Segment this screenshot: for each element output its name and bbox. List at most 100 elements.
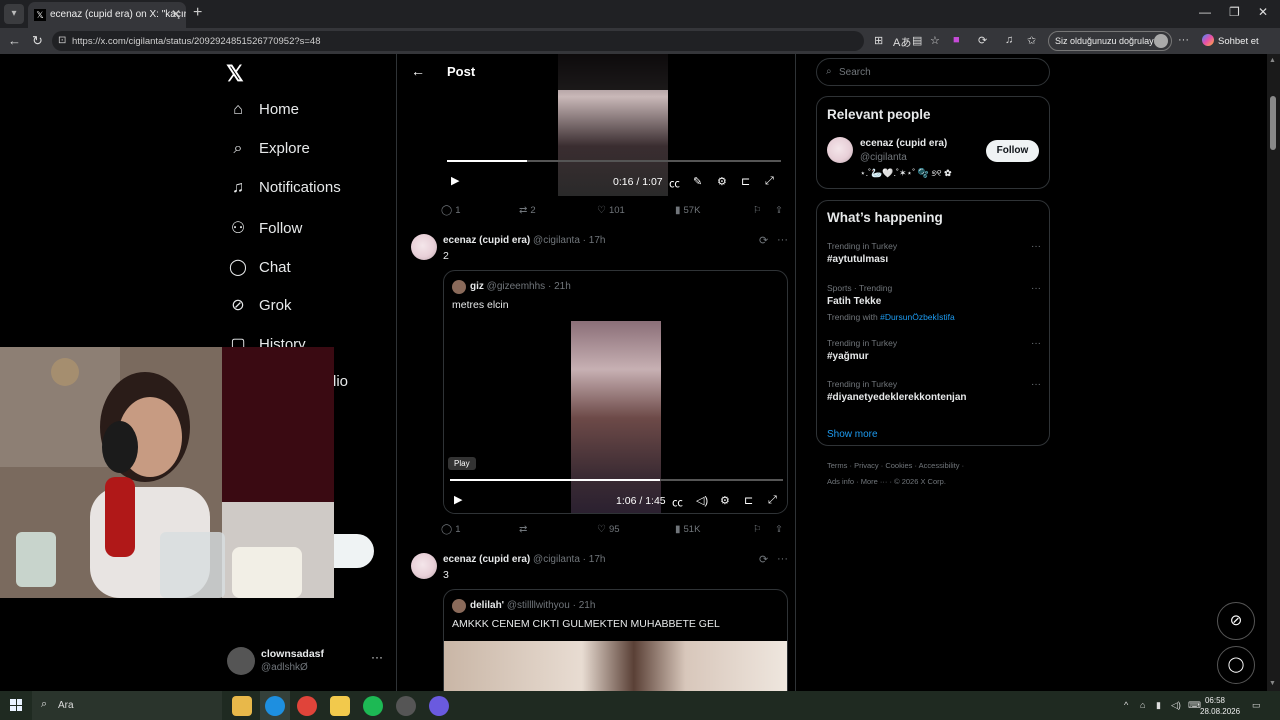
quote-video[interactable]: Play ▶ 1:06 / 1:45 ㏄ ◁) ⚙ ⊏ ⤢ — [444, 321, 787, 513]
tweet-avatar[interactable] — [411, 553, 437, 579]
repost-button[interactable]: ⇄ 2 — [519, 205, 536, 216]
tweet-avatar[interactable] — [411, 234, 437, 260]
trend-more-icon[interactable]: ··· — [1031, 338, 1041, 349]
verify-identity-button[interactable]: Siz olduğunuzu doğrulayın — [1048, 31, 1172, 51]
chat-fab-icon[interactable]: ◯ — [1217, 646, 1255, 684]
video-progress-bar[interactable] — [447, 160, 781, 162]
play-icon[interactable]: ▶ — [454, 493, 462, 506]
quoted-tweet[interactable]: delilah' @stillllwithyou · 21h AMKKK CEN… — [443, 589, 788, 691]
relevant-avatar[interactable] — [827, 137, 853, 163]
nav-chat[interactable]: ◯ Chat — [227, 257, 291, 281]
grok-explain-icon[interactable]: ⟳ — [759, 234, 768, 247]
scrollbar-thumb[interactable] — [1270, 96, 1276, 150]
tweet-handle[interactable]: @cigilanta — [533, 235, 580, 246]
extension-icon[interactable]: ■ — [953, 34, 960, 46]
bookmark-icon[interactable]: ⚐ — [753, 524, 762, 535]
tweet-author[interactable]: ecenaz (cupid era) — [443, 235, 530, 246]
trend-with-tag[interactable]: #DursunÖzbekİstifa — [880, 312, 955, 322]
bookmark-icon[interactable]: ⚐ — [753, 205, 762, 216]
back-icon[interactable]: ← — [8, 33, 21, 48]
captions-icon[interactable]: ㏄ — [669, 175, 680, 191]
trend-item[interactable]: Trending in Turkey #diyanetyedeklerekkon… — [827, 379, 1041, 403]
tweet-more-icon[interactable]: ··· — [777, 234, 788, 246]
maximize-window-icon[interactable]: ❐ — [1229, 5, 1240, 19]
site-info-icon[interactable]: ⊡ — [58, 35, 66, 46]
translate-icon[interactable]: ⊞ — [874, 34, 883, 47]
notes-app-icon[interactable] — [330, 696, 350, 716]
more-options-icon[interactable]: ··· — [1178, 34, 1189, 46]
pip-icon[interactable]: ⊏ — [744, 494, 753, 507]
volume-icon[interactable]: ◁) — [696, 494, 708, 507]
nav-explore[interactable]: ⌕ Explore — [227, 140, 310, 164]
tray-chevron-icon[interactable]: ^ — [1124, 700, 1128, 710]
footer-links-2[interactable]: Ads info · More ··· · © 2026 X Corp. — [827, 477, 946, 486]
nav-follow[interactable]: ⚇ Follow — [227, 218, 303, 242]
views-button[interactable]: ▮ 57K — [675, 205, 700, 216]
battery-icon[interactable]: ▮ — [1156, 700, 1161, 711]
tweet-author[interactable]: ecenaz (cupid era) — [443, 554, 530, 565]
reply-button[interactable]: ◯ 1 — [441, 524, 461, 535]
trend-item[interactable]: Trending in Turkey #yağmur ··· — [827, 338, 1041, 362]
copilot-button[interactable]: Sohbet et — [1202, 34, 1259, 47]
video-progress-bar[interactable] — [450, 479, 783, 481]
show-more-link[interactable]: Show more — [827, 429, 878, 440]
mute-icon[interactable]: ✎ — [693, 175, 702, 188]
nav-partial-item[interactable]: lio — [333, 373, 348, 397]
share-icon[interactable]: ⇪ — [775, 524, 783, 535]
reply-button[interactable]: ◯ 1 — [441, 205, 461, 216]
tweet-time[interactable]: 17h — [589, 235, 606, 246]
taskbar-search[interactable]: ⌕ Ara — [32, 691, 222, 720]
footer-links-1[interactable]: Terms · Privacy · Cookies · Accessibilit… — [827, 461, 964, 470]
fullscreen-icon[interactable]: ⤢ — [765, 175, 774, 188]
network-icon[interactable]: ⌂ — [1140, 700, 1145, 710]
settings-icon[interactable]: ⚙ — [720, 494, 730, 507]
minimize-window-icon[interactable]: — — [1199, 5, 1211, 19]
fullscreen-icon[interactable]: ⤢ — [768, 494, 777, 507]
reload-icon[interactable]: ↻ — [32, 33, 43, 49]
url-field[interactable]: ⊡ https://x.com/cigilanta/status/2092924… — [52, 31, 864, 51]
obs-icon[interactable] — [396, 696, 416, 716]
media-icon[interactable]: ♫ — [1005, 34, 1013, 46]
discord-icon[interactable] — [429, 696, 449, 716]
captions-icon[interactable]: ㏄ — [672, 494, 683, 510]
nav-notifications[interactable]: ♫ Notifications — [227, 179, 341, 203]
immersive-reader-icon[interactable]: ▤ — [912, 34, 922, 47]
tab-actions-menu-button[interactable]: ▾ — [4, 4, 24, 24]
edge-browser-icon[interactable] — [265, 696, 285, 716]
close-window-icon[interactable]: ✕ — [1258, 5, 1268, 19]
new-tab-button[interactable]: + — [193, 4, 202, 22]
favorites-icon[interactable]: ✩ — [1027, 34, 1036, 47]
views-button[interactable]: ▮ 51K — [675, 524, 700, 535]
quoted-tweet[interactable]: giz @gizeemhhs · 21h metres elcin Play ▶… — [443, 270, 788, 514]
search-input[interactable]: ⌕ Search — [816, 58, 1050, 86]
refresh-extension-icon[interactable]: ⟳ — [978, 34, 987, 47]
tweet-time[interactable]: 17h — [589, 554, 606, 565]
account-switcher[interactable]: clownsadasf @adlshkØ ··· — [227, 646, 387, 676]
taskbar-clock[interactable]: 06:58 28.08.2026 — [1200, 695, 1240, 717]
account-more-icon[interactable]: ··· — [371, 650, 383, 664]
x-logo-icon[interactable]: 𝕏 — [226, 61, 244, 87]
trend-more-icon[interactable]: ··· — [1031, 283, 1041, 294]
file-explorer-icon[interactable] — [232, 696, 252, 716]
scroll-up-icon[interactable]: ▲ — [1269, 57, 1276, 64]
scroll-down-icon[interactable]: ▼ — [1269, 680, 1276, 687]
follow-button[interactable]: Follow — [986, 140, 1039, 162]
trend-item[interactable]: Sports · Trending Fatih Tekke Trending w… — [827, 283, 1041, 322]
like-button[interactable]: ♡ 95 — [597, 524, 620, 535]
grok-explain-icon[interactable]: ⟳ — [759, 553, 768, 566]
tweet-more-icon[interactable]: ··· — [777, 553, 788, 565]
post-button[interactable] — [333, 534, 374, 568]
notifications-icon[interactable]: ▭ — [1252, 700, 1261, 711]
browser-tab[interactable]: 𝕏 ecenaz (cupid era) on X: "kaçıranla ✕ — [28, 2, 186, 28]
nav-grok[interactable]: ⊘ Grok — [227, 295, 291, 319]
trend-more-icon[interactable]: ··· — [1031, 241, 1041, 252]
back-arrow-icon[interactable]: ← — [411, 63, 425, 79]
spotify-icon[interactable] — [363, 696, 383, 716]
volume-icon[interactable]: ◁) — [1171, 700, 1181, 711]
nav-home[interactable]: ⌂ Home — [227, 101, 299, 125]
favorite-star-icon[interactable]: ☆ — [930, 34, 940, 47]
relevant-handle[interactable]: @cigilanta — [860, 152, 907, 163]
quote-media-thumbnail[interactable] — [444, 641, 787, 691]
settings-icon[interactable]: ⚙ — [717, 175, 727, 188]
share-icon[interactable]: ⇪ — [775, 205, 783, 216]
